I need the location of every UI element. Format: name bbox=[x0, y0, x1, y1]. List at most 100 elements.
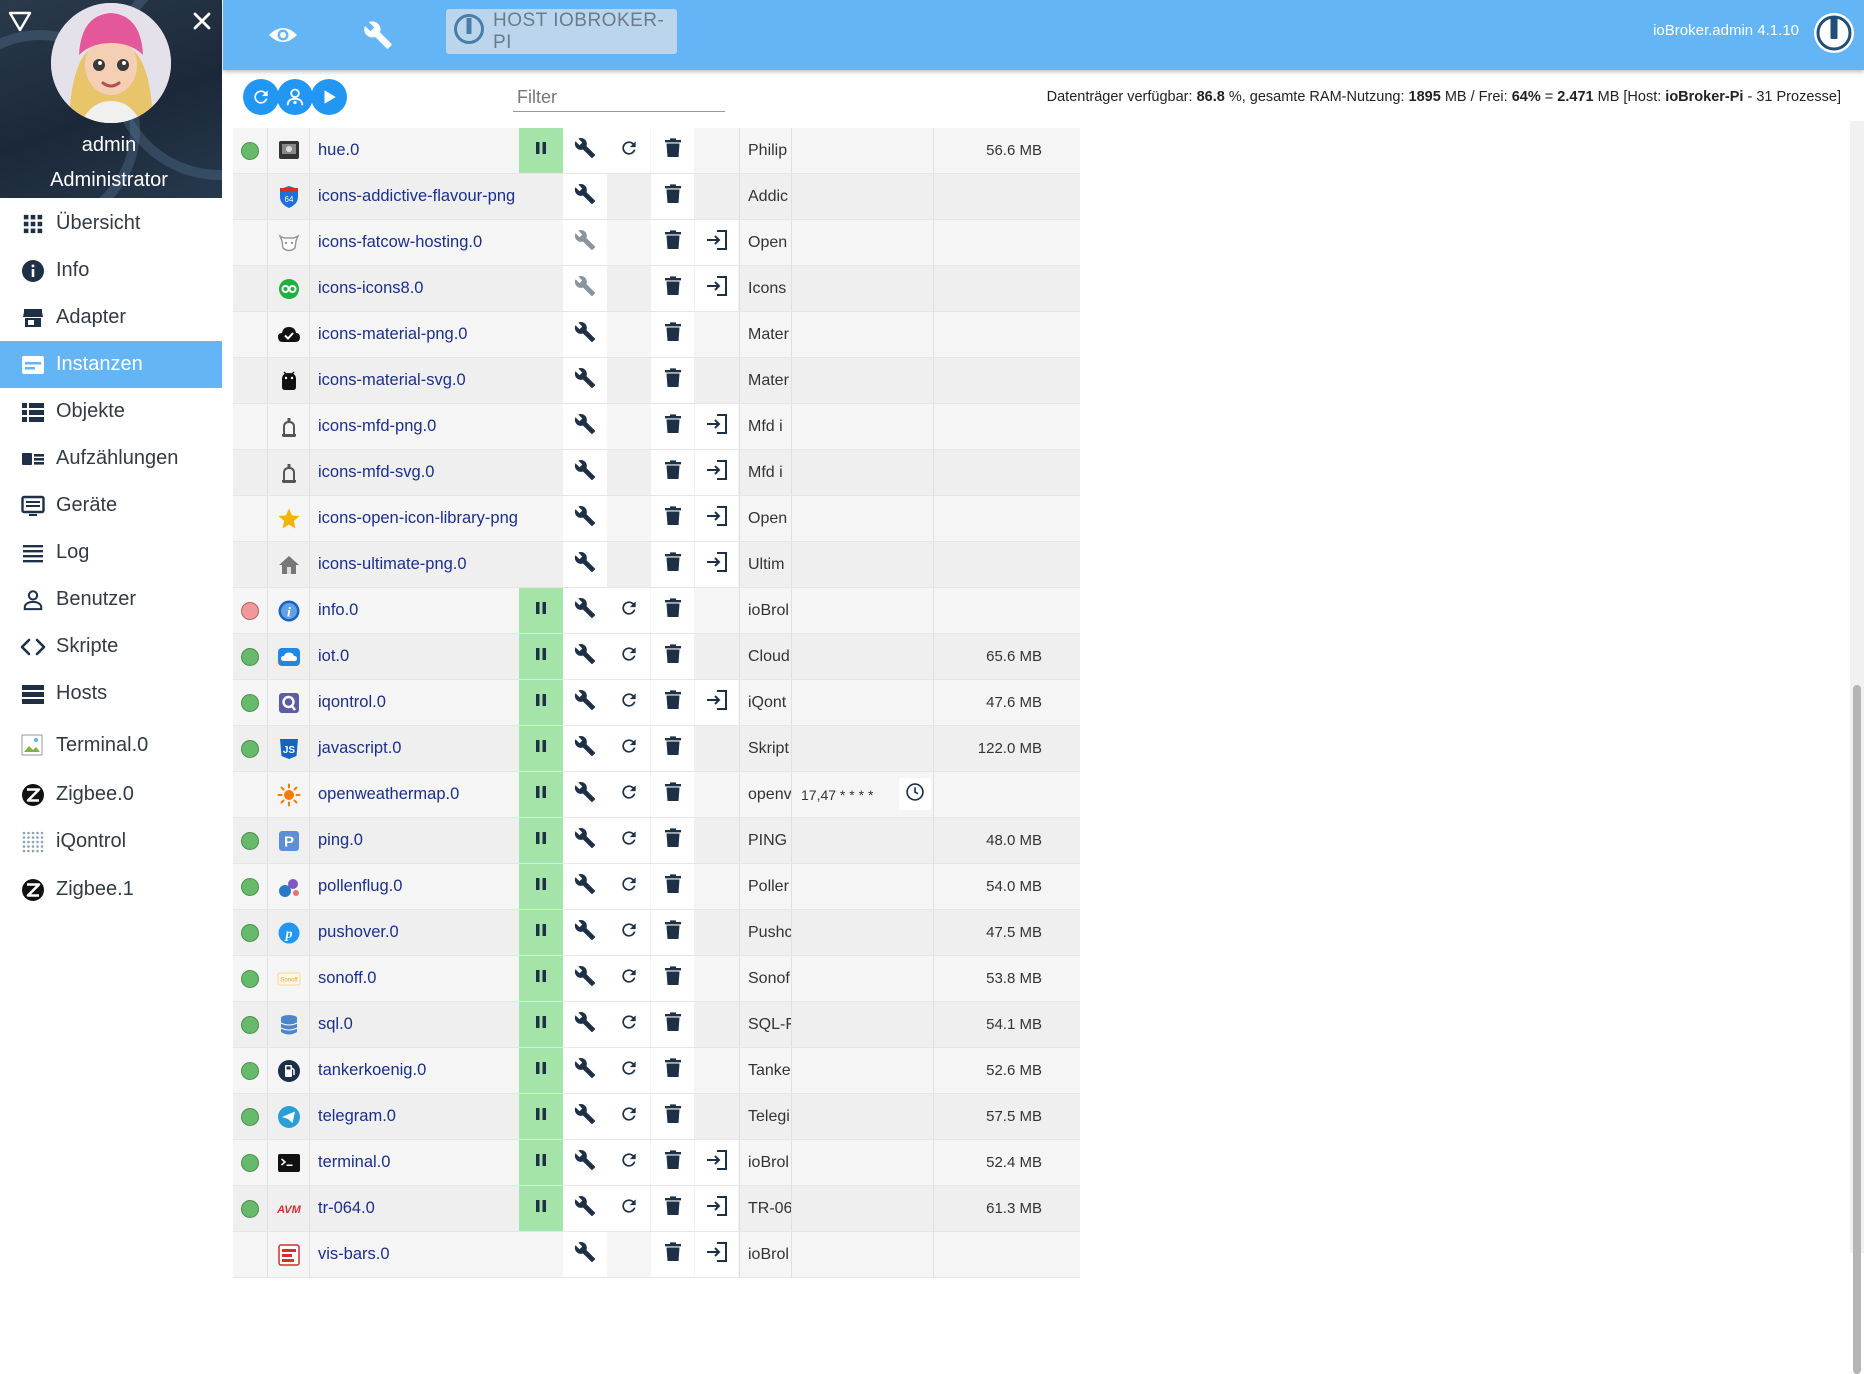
delete-button[interactable] bbox=[651, 772, 694, 817]
settings-button[interactable] bbox=[563, 772, 607, 817]
schedule-button[interactable] bbox=[899, 778, 931, 810]
restart-button[interactable] bbox=[607, 680, 650, 725]
filter-input[interactable] bbox=[513, 83, 725, 112]
pause-button[interactable] bbox=[519, 1186, 563, 1231]
close-icon[interactable] bbox=[190, 9, 214, 38]
restart-button[interactable] bbox=[607, 864, 650, 909]
settings-button[interactable] bbox=[563, 220, 607, 265]
delete-button[interactable] bbox=[651, 1186, 694, 1231]
restart-button[interactable] bbox=[607, 128, 650, 173]
settings-button[interactable] bbox=[563, 910, 607, 955]
restart-button[interactable] bbox=[607, 1048, 650, 1093]
pause-button[interactable] bbox=[519, 818, 563, 863]
sidebar-item-info[interactable]: Info bbox=[0, 247, 222, 294]
delete-button[interactable] bbox=[651, 818, 694, 863]
delete-button[interactable] bbox=[651, 634, 694, 679]
start-all-button[interactable] bbox=[311, 79, 347, 115]
open-web-button[interactable] bbox=[695, 1232, 738, 1277]
settings-button[interactable] bbox=[563, 680, 607, 725]
pause-button[interactable] bbox=[519, 910, 563, 955]
pause-button[interactable] bbox=[519, 588, 563, 633]
sidebar-item-log[interactable]: Log bbox=[0, 529, 222, 576]
pause-button[interactable] bbox=[519, 956, 563, 1001]
open-web-button[interactable] bbox=[695, 450, 738, 495]
restart-button[interactable] bbox=[607, 1186, 650, 1231]
settings-button[interactable] bbox=[563, 634, 607, 679]
sidebar-item-iqontrol[interactable]: iQontrol bbox=[0, 818, 222, 865]
pause-button[interactable] bbox=[519, 634, 563, 679]
settings-button[interactable] bbox=[563, 174, 607, 219]
sidebar-item-aufzählungen[interactable]: Aufzählungen bbox=[0, 435, 222, 482]
settings-button[interactable] bbox=[563, 496, 607, 541]
delete-button[interactable] bbox=[651, 1094, 694, 1139]
restart-button[interactable] bbox=[607, 1094, 650, 1139]
pause-button[interactable] bbox=[519, 772, 563, 817]
settings-button[interactable] bbox=[563, 818, 607, 863]
open-web-button[interactable] bbox=[695, 1140, 738, 1185]
settings-button[interactable] bbox=[563, 128, 607, 173]
delete-button[interactable] bbox=[651, 956, 694, 1001]
delete-button[interactable] bbox=[651, 220, 694, 265]
delete-button[interactable] bbox=[651, 910, 694, 955]
delete-button[interactable] bbox=[651, 450, 694, 495]
restart-button[interactable] bbox=[607, 772, 650, 817]
open-web-button[interactable] bbox=[695, 1186, 738, 1231]
delete-button[interactable] bbox=[651, 312, 694, 357]
pause-button[interactable] bbox=[519, 1140, 563, 1185]
settings-button[interactable] bbox=[563, 1186, 607, 1231]
restart-button[interactable] bbox=[607, 726, 650, 771]
settings-button[interactable] bbox=[563, 266, 607, 311]
open-web-button[interactable] bbox=[695, 404, 738, 449]
reload-button[interactable] bbox=[243, 79, 279, 115]
delete-button[interactable] bbox=[651, 128, 694, 173]
delete-button[interactable] bbox=[651, 266, 694, 311]
settings-button[interactable] bbox=[563, 358, 607, 403]
sidebar-item-zigbee-1[interactable]: Zigbee.1 bbox=[0, 866, 222, 913]
delete-button[interactable] bbox=[651, 588, 694, 633]
menu-toggle-icon[interactable] bbox=[8, 10, 32, 37]
restart-button[interactable] bbox=[607, 956, 650, 1001]
restart-button[interactable] bbox=[607, 588, 650, 633]
restart-button[interactable] bbox=[607, 910, 650, 955]
delete-button[interactable] bbox=[651, 404, 694, 449]
settings-button[interactable] bbox=[563, 588, 607, 633]
open-web-button[interactable] bbox=[695, 220, 738, 265]
settings-button[interactable] bbox=[563, 1048, 607, 1093]
pause-button[interactable] bbox=[519, 726, 563, 771]
sidebar-item-geräte[interactable]: Geräte bbox=[0, 482, 222, 529]
settings-button[interactable] bbox=[563, 956, 607, 1001]
host-selector-button[interactable]: HOST IOBROKER-PI bbox=[446, 9, 677, 54]
open-web-button[interactable] bbox=[695, 496, 738, 541]
sidebar-item-instanzen[interactable]: Instanzen bbox=[0, 341, 222, 388]
expert-mode-button[interactable] bbox=[277, 79, 313, 115]
wrench-icon[interactable] bbox=[352, 10, 404, 60]
eye-icon[interactable] bbox=[257, 10, 309, 60]
sidebar-item-zigbee-0[interactable]: Zigbee.0 bbox=[0, 771, 222, 818]
sidebar-item-adapter[interactable]: Adapter bbox=[0, 294, 222, 341]
sidebar-item-benutzer[interactable]: Benutzer bbox=[0, 576, 222, 623]
delete-button[interactable] bbox=[651, 726, 694, 771]
sidebar-item-terminal-0[interactable]: Terminal.0 bbox=[0, 722, 222, 769]
delete-button[interactable] bbox=[651, 1048, 694, 1093]
delete-button[interactable] bbox=[651, 1232, 694, 1277]
open-web-button[interactable] bbox=[695, 542, 738, 587]
pause-button[interactable] bbox=[519, 1094, 563, 1139]
settings-button[interactable] bbox=[563, 312, 607, 357]
settings-button[interactable] bbox=[563, 864, 607, 909]
restart-button[interactable] bbox=[607, 1140, 650, 1185]
delete-button[interactable] bbox=[651, 496, 694, 541]
scrollbar-thumb[interactable] bbox=[1853, 685, 1861, 1374]
restart-button[interactable] bbox=[607, 634, 650, 679]
settings-button[interactable] bbox=[563, 1002, 607, 1047]
delete-button[interactable] bbox=[651, 174, 694, 219]
pause-button[interactable] bbox=[519, 864, 563, 909]
settings-button[interactable] bbox=[563, 726, 607, 771]
delete-button[interactable] bbox=[651, 358, 694, 403]
sidebar-item-skripte[interactable]: Skripte bbox=[0, 623, 222, 670]
open-web-button[interactable] bbox=[695, 680, 738, 725]
delete-button[interactable] bbox=[651, 680, 694, 725]
delete-button[interactable] bbox=[651, 1140, 694, 1185]
sidebar-item-objekte[interactable]: Objekte bbox=[0, 388, 222, 435]
settings-button[interactable] bbox=[563, 1232, 607, 1277]
pause-button[interactable] bbox=[519, 128, 563, 173]
